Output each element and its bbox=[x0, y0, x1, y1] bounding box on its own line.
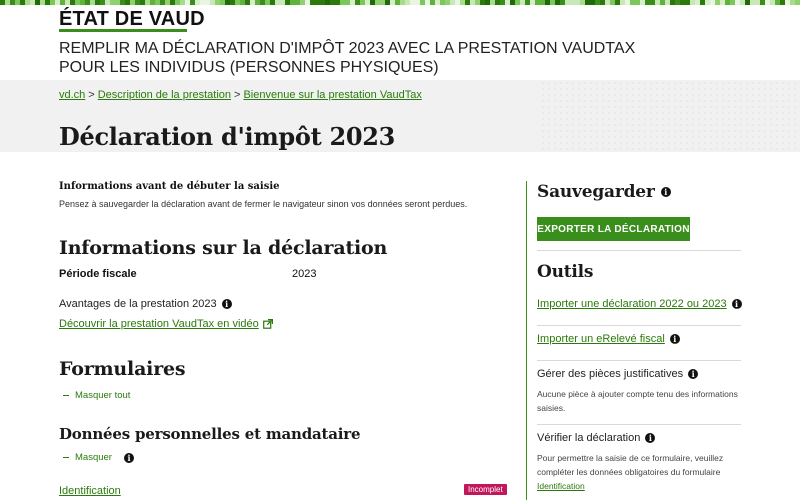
pieces-title-text: Gérer des pièces justificatives bbox=[537, 368, 684, 380]
import-erelev-text: Importer un eRelevé fiscal bbox=[537, 333, 665, 345]
notice-text: Pensez à sauvegarder la déclaration avan… bbox=[59, 199, 468, 209]
status-badge: Incomplet bbox=[464, 484, 507, 495]
import-declaration-link[interactable]: Importer une déclaration 2022 ou 2023 i bbox=[537, 298, 742, 310]
info-icon[interactable]: i bbox=[645, 433, 656, 443]
identification-link[interactable]: Identification bbox=[59, 485, 121, 497]
page-title: Déclaration d'impôt 2023 bbox=[59, 122, 396, 151]
minus-icon bbox=[63, 394, 69, 397]
hide-all-label: Masquer tout bbox=[75, 390, 131, 401]
personal-data-title: Données personnelles et mandataire bbox=[59, 425, 361, 443]
hide-personal-toggle[interactable]: Masquer i bbox=[63, 452, 134, 463]
hide-all-toggle[interactable]: Masquer tout bbox=[63, 390, 130, 401]
verify-title: Vérifier la déclaration i bbox=[537, 432, 656, 444]
app-title: REMPLIR MA DÉCLARATION D'IMPÔT 2023 AVEC… bbox=[59, 40, 636, 76]
brand-underline bbox=[59, 29, 187, 32]
verify-note: Pour permettre la saisie de ce formulair… bbox=[537, 451, 747, 493]
declaration-section-title: Informations sur la déclaration bbox=[59, 237, 388, 259]
info-icon[interactable]: i bbox=[660, 187, 671, 197]
brand-logo[interactable]: ÉTAT DE VAUD bbox=[59, 8, 205, 30]
advantages-label: Avantages de la prestation 2023 i bbox=[59, 298, 232, 310]
sidebar-rule bbox=[526, 181, 527, 500]
breadcrumb-item-welcome[interactable]: Bienvenue sur la prestation VaudTax bbox=[243, 89, 421, 101]
info-icon[interactable]: i bbox=[221, 299, 232, 309]
info-icon[interactable]: i bbox=[688, 369, 699, 379]
sidebar-divider bbox=[537, 360, 741, 361]
verify-title-text: Vérifier la déclaration bbox=[537, 432, 641, 444]
forms-section-title: Formulaires bbox=[59, 358, 186, 380]
pieces-note: Aucune pièce à ajouter compte tenu des i… bbox=[537, 389, 738, 413]
import-erelev-link[interactable]: Importer un eRelevé fiscal i bbox=[537, 333, 680, 345]
info-icon[interactable]: i bbox=[669, 334, 680, 344]
pieces-title: Gérer des pièces justificatives i bbox=[537, 368, 699, 380]
import-declaration-text: Importer une déclaration 2022 ou 2023 bbox=[537, 298, 727, 310]
header-pixel-bar bbox=[0, 0, 800, 5]
sidebar-divider bbox=[537, 250, 741, 251]
tools-title-text: Outils bbox=[537, 262, 594, 282]
sidebar-divider bbox=[537, 325, 741, 326]
advantages-text: Avantages de la prestation 2023 bbox=[59, 298, 217, 310]
video-link-text: Découvrir la prestation VaudTax en vidéo bbox=[59, 318, 259, 330]
info-icon[interactable]: i bbox=[123, 452, 134, 463]
external-link-icon bbox=[262, 319, 273, 329]
verify-identification-link[interactable]: Identification bbox=[537, 481, 585, 491]
minus-icon bbox=[63, 456, 69, 459]
tools-title: Outils bbox=[537, 262, 594, 282]
fiscal-period-value: 2023 bbox=[292, 268, 317, 280]
breadcrumb-item-home[interactable]: vd.ch bbox=[59, 89, 85, 101]
sidebar-divider bbox=[537, 424, 741, 425]
breadcrumb-item-description[interactable]: Description de la prestation bbox=[98, 89, 231, 101]
breadcrumb-separator: > bbox=[88, 89, 95, 101]
export-button[interactable]: EXPORTER LA DÉCLARATION bbox=[537, 217, 690, 241]
breadcrumb-separator: > bbox=[234, 89, 241, 101]
verify-note-text: Pour permettre la saisie de ce formulair… bbox=[537, 453, 724, 477]
fiscal-period-label: Période fiscale bbox=[59, 268, 137, 280]
save-title-text: Sauvegarder bbox=[537, 182, 655, 202]
info-icon[interactable]: i bbox=[731, 299, 742, 309]
video-link[interactable]: Découvrir la prestation VaudTax en vidéo bbox=[59, 318, 273, 330]
save-title: Sauvegarder i bbox=[537, 182, 671, 202]
pixel-bar-cell bbox=[795, 0, 800, 5]
notice-heading: Informations avant de débuter la saisie bbox=[59, 181, 280, 192]
hide-label: Masquer bbox=[75, 452, 112, 463]
breadcrumb: vd.ch > Description de la prestation > Bienv… bbox=[59, 89, 422, 101]
